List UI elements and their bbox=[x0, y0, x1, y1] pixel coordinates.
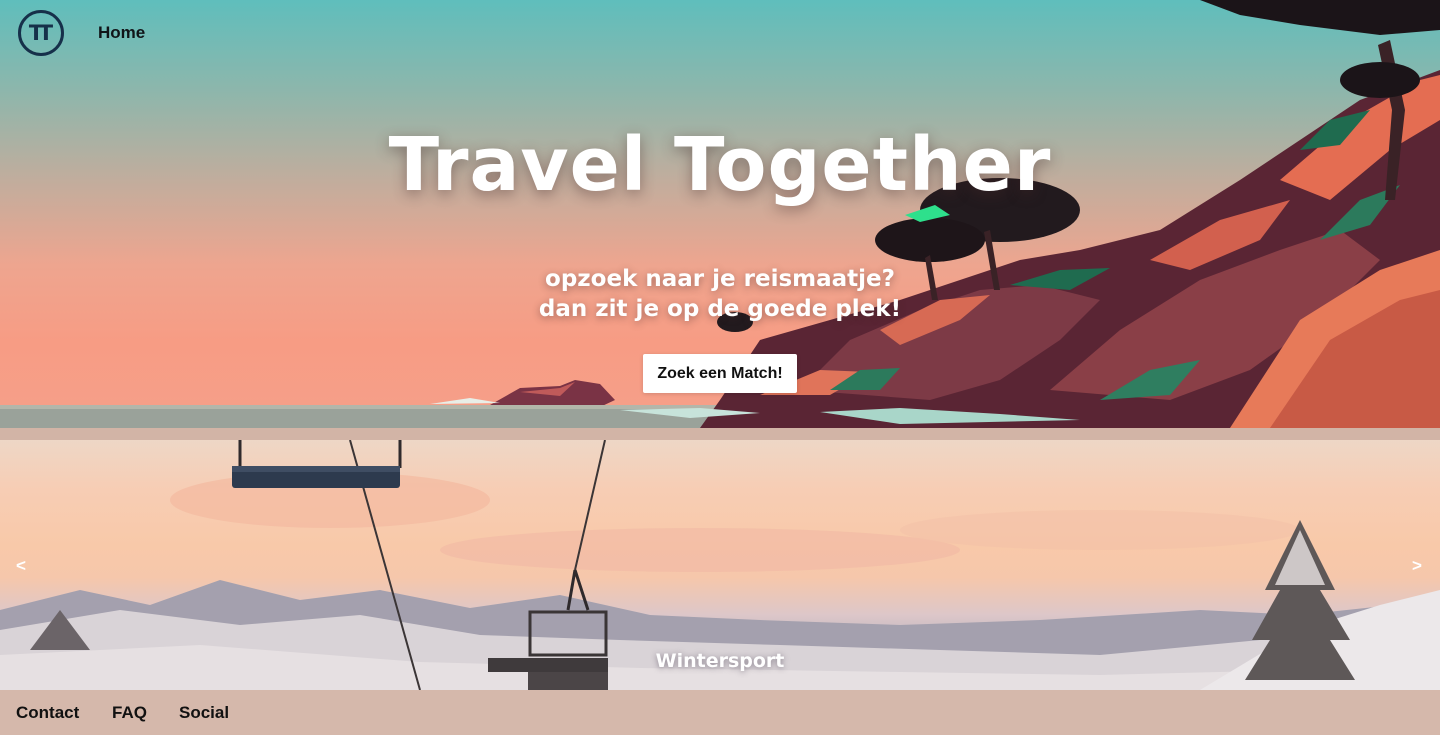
logo-text: TT bbox=[28, 21, 53, 45]
tt-logo-icon[interactable]: TT bbox=[18, 10, 64, 56]
carousel-caption: Wintersport bbox=[655, 650, 785, 672]
carousel-next-button[interactable]: > bbox=[1412, 556, 1422, 576]
nav-home-link[interactable]: Home bbox=[98, 23, 145, 43]
hero-title: Travel Together bbox=[388, 122, 1052, 208]
site-footer: Contact FAQ Social bbox=[0, 690, 1440, 735]
footer-link-social[interactable]: Social bbox=[179, 703, 229, 723]
carousel-prev-button[interactable]: < bbox=[16, 556, 26, 576]
hero-subtitle-line-1: opzoek naar je reismaatje? bbox=[545, 266, 895, 292]
section-divider bbox=[0, 428, 1440, 440]
footer-link-contact[interactable]: Contact bbox=[16, 703, 79, 723]
hero-subtitle-line-2: dan zit je op de goede plek! bbox=[538, 296, 902, 322]
hero-subtitle: opzoek naar je reismaatje? dan zit je op… bbox=[0, 264, 1440, 324]
find-match-button[interactable]: Zoek een Match! bbox=[643, 354, 797, 393]
destination-carousel: < > Wintersport bbox=[0, 440, 1440, 690]
footer-link-faq[interactable]: FAQ bbox=[112, 703, 147, 723]
hero-banner: TT Home Travel Together opzoek naar je r… bbox=[0, 0, 1440, 428]
